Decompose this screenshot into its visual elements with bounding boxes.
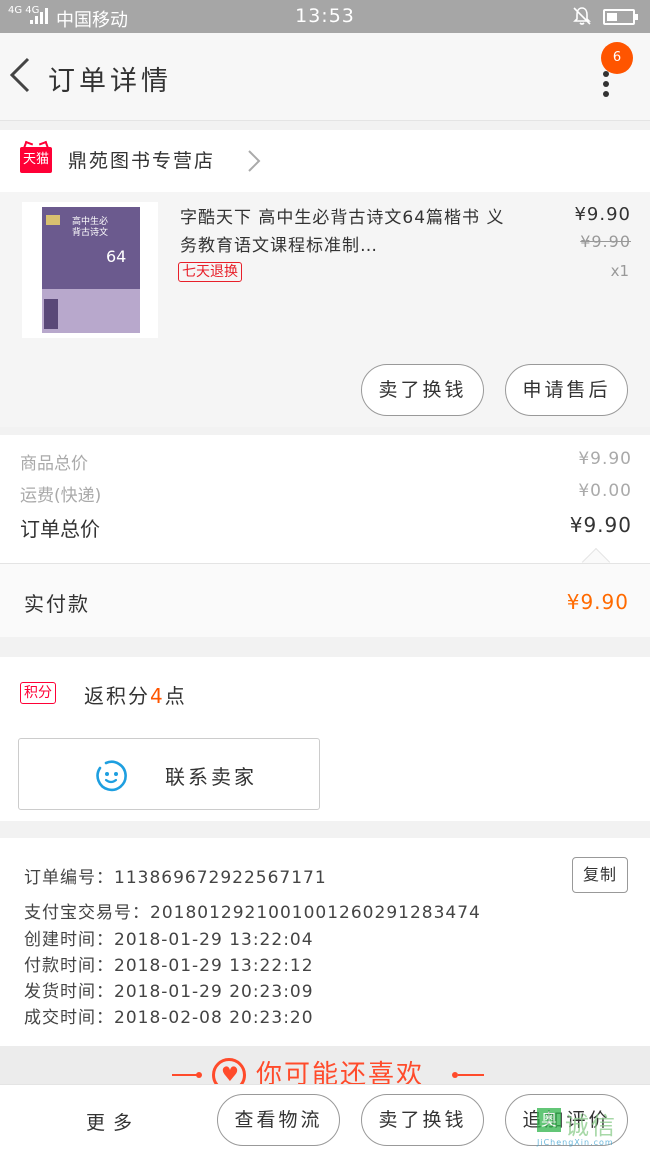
product-card: 高中生必背古诗文 64 字酷天下 高中生必背古诗文64篇楷书 义务教育语文课程标… (0, 192, 650, 427)
heart-icon (212, 1058, 246, 1084)
chevron-left-icon (9, 57, 30, 93)
shop-row[interactable]: 天猫 鼎苑图书专营店 (0, 130, 650, 192)
paid-value: ¥9.90 (566, 590, 629, 614)
product-image[interactable]: 高中生必背古诗文 64 (22, 202, 158, 338)
paid-amount-row: 实付款 ¥9.90 (0, 563, 650, 637)
goods-total-value: ¥9.90 (578, 449, 632, 469)
watermark-logo: 奥 诚信 JiChengXin.com (537, 1108, 617, 1147)
chevron-right-icon (242, 148, 266, 174)
tmall-logo: 天猫 (20, 147, 52, 173)
paid-label: 实付款 (24, 592, 90, 616)
chat-face-icon (96, 760, 127, 792)
cover-title: 高中生必背古诗文 (71, 217, 108, 238)
goods-total-label: 商品总价 (20, 454, 88, 474)
recommend-header: 你可能还喜欢 (0, 1046, 650, 1084)
points-badge: 积分 (20, 682, 56, 704)
shipping-value: ¥0.00 (578, 481, 632, 501)
battery-icon (603, 9, 638, 25)
alipay-trade-number: 支付宝交易号：2018012921001001260291283474 (24, 903, 481, 923)
more-button[interactable]: 更多 (86, 1108, 140, 1135)
back-button[interactable] (6, 53, 36, 97)
completed-time: 成交时间：2018-02-08 20:23:20 (24, 1008, 314, 1028)
view-logistics-button[interactable]: 查看物流 (217, 1094, 340, 1146)
after-sales-button[interactable]: 申请售后 (505, 364, 628, 416)
price-summary: 商品总价 ¥9.90 运费(快递) ¥0.00 订单总价 ¥9.90 (0, 435, 650, 577)
resell-button[interactable]: 卖了换钱 (361, 364, 484, 416)
product-price: ¥9.90 (574, 204, 631, 225)
app-header: 订单详情 6 (0, 33, 650, 121)
contact-seller-button[interactable]: 联系卖家 (18, 738, 320, 810)
mute-bell-icon (572, 6, 592, 31)
points-section: 积分 返积分4点 联系卖家 (0, 657, 650, 821)
product-quantity: x1 (610, 262, 629, 280)
order-total-label: 订单总价 (20, 517, 100, 541)
shop-name: 鼎苑图书专营店 (68, 150, 216, 172)
paid-time: 付款时间：2018-01-29 13:22:12 (24, 956, 314, 976)
order-number: 订单编号：113869672922567171 (24, 868, 327, 888)
page-title: 订单详情 (48, 66, 172, 97)
copy-button[interactable]: 复制 (572, 857, 628, 893)
shipping-label: 运费(快递) (20, 486, 102, 506)
notification-badge: 6 (601, 42, 633, 74)
product-title[interactable]: 字酷天下 高中生必背古诗文64篇楷书 义务教育语文课程标准制… (180, 204, 515, 260)
contact-seller-label: 联系卖家 (165, 765, 257, 789)
status-bar: 4G 4G 中国移动 13:53 (0, 0, 650, 33)
order-total-value: ¥9.90 (569, 513, 632, 537)
cover-number: 64 (106, 247, 127, 266)
resell-bottom-button[interactable]: 卖了换钱 (361, 1094, 484, 1146)
shipped-time: 发货时间：2018-01-29 20:23:09 (24, 982, 314, 1002)
created-time: 创建时间：2018-01-29 13:22:04 (24, 930, 314, 950)
original-price: ¥9.90 (580, 232, 631, 251)
points-value: 4 (150, 684, 165, 708)
order-info: 订单编号：113869672922567171 复制 支付宝交易号：201801… (0, 838, 650, 1046)
recommend-label: 你可能还喜欢 (256, 1060, 425, 1084)
points-text: 返积分4点 (84, 684, 187, 708)
seven-day-return-tag: 七天退换 (178, 262, 242, 282)
clock: 13:53 (295, 5, 355, 27)
